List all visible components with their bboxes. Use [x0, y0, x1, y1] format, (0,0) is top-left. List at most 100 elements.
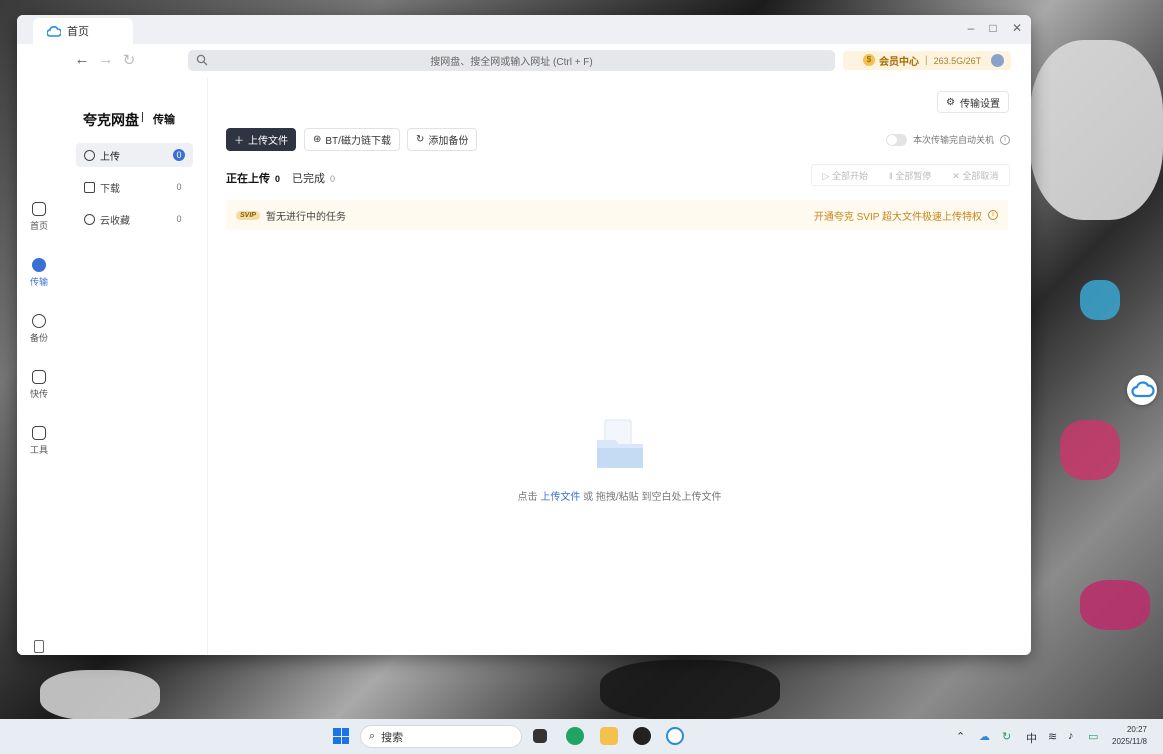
wallpaper-accent [1080, 580, 1150, 630]
qq-icon[interactable] [633, 727, 651, 745]
svip-notice-bar: SVIP 暂无进行中的任务 开通夸克 SVIP 超大文件极速上传特权 i [226, 200, 1008, 230]
maximize-button[interactable]: □ [985, 21, 1001, 35]
vip-center-button[interactable]: $ 会员中心 | 263.5G/26T [843, 51, 1011, 70]
download-icon [84, 181, 95, 193]
sidenav-label: 云收藏 [100, 215, 130, 227]
pause-all-button[interactable]: ‖ 全部暂停 [889, 169, 931, 182]
wallpaper-accent [1080, 280, 1120, 320]
svip-promo-link[interactable]: 开通夸克 SVIP 超大文件极速上传特权 i [814, 208, 998, 223]
sync-icon: ↻ [416, 134, 425, 145]
upload-icon [84, 149, 95, 161]
taskbar-search-label: 搜索 [381, 731, 404, 744]
empty-prefix: 点击 [517, 492, 538, 503]
clock[interactable]: 20:27 2025/11/8 [1112, 724, 1147, 748]
rail-item-home[interactable]: 首页 [17, 202, 61, 232]
wifi-icon[interactable]: ≋ [1048, 730, 1057, 743]
info-icon: i [988, 210, 998, 220]
empty-suffix: 或 拖拽/粘贴 到空白处上传文件 [583, 492, 722, 503]
sidenav-item-download[interactable]: 下载 0 [76, 175, 193, 199]
sidenav-label: 下载 [100, 183, 120, 195]
rail-item-send[interactable]: 快传 [17, 370, 61, 400]
bt-btn-label: BT/磁力链下载 [325, 136, 391, 147]
rail-label: 快传 [29, 389, 48, 399]
count-badge: 0 [176, 182, 182, 192]
rail-label: 备份 [29, 333, 48, 343]
input-language[interactable]: 中 [1026, 730, 1037, 746]
tab-completed[interactable]: 已完成 0 [292, 170, 335, 186]
search-input[interactable]: 搜网盘、搜全网或输入网址 (Ctrl + F) [188, 50, 835, 71]
app-window: 首页 – □ ✕ ← → ↻ 搜网盘、搜全网或输入网址 (Ctrl + F) $… [17, 15, 1031, 655]
auto-shutdown-option: 本次传输完自动关机 i [885, 133, 1010, 146]
tray-sync-icon[interactable]: ↻ [1002, 730, 1011, 743]
forward-button[interactable]: → [97, 51, 115, 68]
tab-label: 正在上传 [226, 173, 270, 185]
gear-icon: ⚙ [946, 96, 955, 108]
count-badge: 0 [176, 214, 182, 224]
empty-state-text: 点击 上传文件 或 拖拽/粘贴 到空白处上传文件 [208, 488, 1031, 503]
cancel-all-button[interactable]: ✕ 全部取消 [952, 169, 998, 182]
clock-date: 2025/11/8 [1112, 737, 1147, 746]
auto-shutdown-toggle[interactable] [885, 133, 907, 146]
battery-icon[interactable]: ▭ [1088, 730, 1098, 743]
bt-download-button[interactable]: ⊛ BT/磁力链下载 [304, 128, 400, 151]
start-button[interactable] [333, 728, 349, 744]
tab-count: 0 [275, 174, 281, 184]
avatar[interactable] [991, 54, 1005, 67]
add-backup-button[interactable]: ↻ 添加备份 [407, 128, 478, 151]
rail-item-tools[interactable]: 工具 [17, 426, 61, 456]
sidenav-item-cloud-collect[interactable]: 云收藏 0 [76, 207, 193, 231]
upload-file-button[interactable]: ＋ 上传文件 [226, 128, 296, 151]
rail-item-backup[interactable]: 备份 [17, 314, 61, 344]
info-icon[interactable]: i [1000, 134, 1010, 145]
close-button[interactable]: ✕ [1009, 21, 1025, 35]
wallpaper [1030, 40, 1163, 220]
task-view-icon[interactable] [533, 729, 547, 743]
tray-cloud-icon[interactable]: ☁ [979, 730, 990, 743]
tab-label: 已完成 [292, 173, 325, 185]
rail-label: 传输 [29, 277, 48, 287]
volume-icon[interactable]: ♪ [1068, 730, 1074, 742]
auto-shutdown-label: 本次传输完自动关机 [912, 135, 994, 145]
title-bar: 首页 – □ ✕ [17, 15, 1031, 44]
left-rail: 首页 传输 备份 快传 工具 [17, 78, 61, 655]
search-placeholder: 搜网盘、搜全网或输入网址 (Ctrl + F) [430, 57, 593, 68]
tray-chevron-icon[interactable]: ⌃ [956, 730, 965, 743]
pause-all-label: 全部暂停 [895, 170, 932, 181]
clock-time: 20:27 [1126, 725, 1147, 734]
tab-title: 首页 [67, 26, 89, 38]
start-all-button[interactable]: ▷ 全部开始 [823, 169, 868, 182]
tab-home[interactable]: 首页 [33, 18, 133, 44]
edge-browser-icon[interactable] [566, 727, 584, 745]
refresh-button[interactable]: ↻ [120, 51, 138, 69]
back-button[interactable]: ← [73, 51, 91, 68]
wallpaper-accent [1060, 420, 1120, 480]
svip-badge: SVIP [236, 210, 260, 220]
section-title: 传输 [153, 114, 175, 126]
minimize-button[interactable]: – [963, 21, 979, 35]
brand-divider [142, 112, 143, 122]
taskbar: ⌕ 搜索 ⌃ ☁ ↻ 中 ≋ ♪ ▭ 20:27 2025/11/8 [0, 719, 1163, 754]
storage-usage: 263.5G/26T [933, 55, 982, 66]
empty-folder-icon [597, 419, 643, 468]
transfer-settings-button[interactable]: ⚙ 传输设置 [937, 91, 1009, 113]
wallpaper-accent [40, 670, 160, 720]
coin-icon: $ [863, 54, 875, 66]
taskbar-search[interactable]: ⌕ 搜索 [360, 725, 522, 748]
cloud-drive-taskbar-icon[interactable] [666, 727, 684, 745]
cloud-logo-icon [47, 25, 61, 37]
backup-icon [32, 314, 46, 328]
notice-text: 暂无进行中的任务 [265, 211, 346, 223]
settings-label: 传输设置 [960, 98, 1000, 110]
tab-count: 0 [330, 174, 336, 184]
brand-title: 夸克网盘 [83, 112, 139, 128]
file-explorer-icon[interactable] [600, 727, 618, 745]
rail-item-transfer[interactable]: 传输 [17, 258, 61, 288]
tab-uploading[interactable]: 正在上传 0 [226, 170, 280, 186]
phone-icon[interactable] [34, 640, 44, 653]
vip-separator: | [925, 55, 928, 66]
sidenav-item-upload[interactable]: 上传 0 [76, 143, 193, 167]
floating-cloud-widget[interactable] [1127, 375, 1157, 405]
count-badge: 0 [173, 149, 185, 161]
main-panel: ⚙ 传输设置 ＋ 上传文件 ⊛ BT/磁力链下载 ↻ 添加备份 本次传输完自动关… [208, 78, 1031, 655]
empty-upload-link[interactable]: 上传文件 [540, 492, 580, 503]
